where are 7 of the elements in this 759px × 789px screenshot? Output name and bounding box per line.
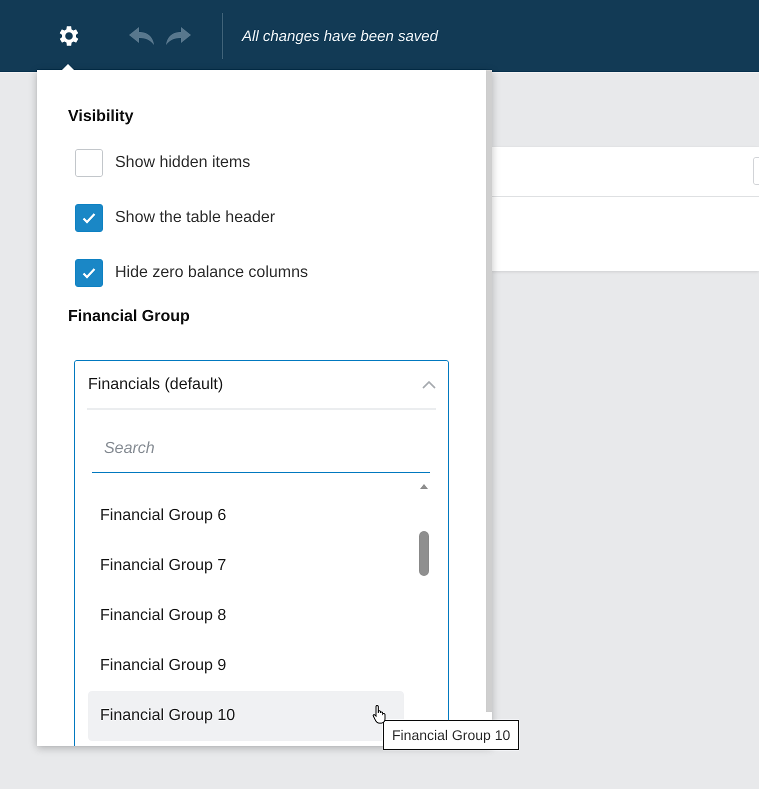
tooltip: Financial Group 10 xyxy=(383,720,520,750)
checkbox-label: Hide zero balance columns xyxy=(115,264,308,282)
checkbox-label: Show hidden items xyxy=(115,154,250,172)
section-heading: Financial Group xyxy=(68,308,191,326)
checkbox-label: Show the table header xyxy=(115,208,276,226)
save-status: All changes have been saved xyxy=(242,28,438,44)
section-heading: Visibility xyxy=(68,108,135,126)
